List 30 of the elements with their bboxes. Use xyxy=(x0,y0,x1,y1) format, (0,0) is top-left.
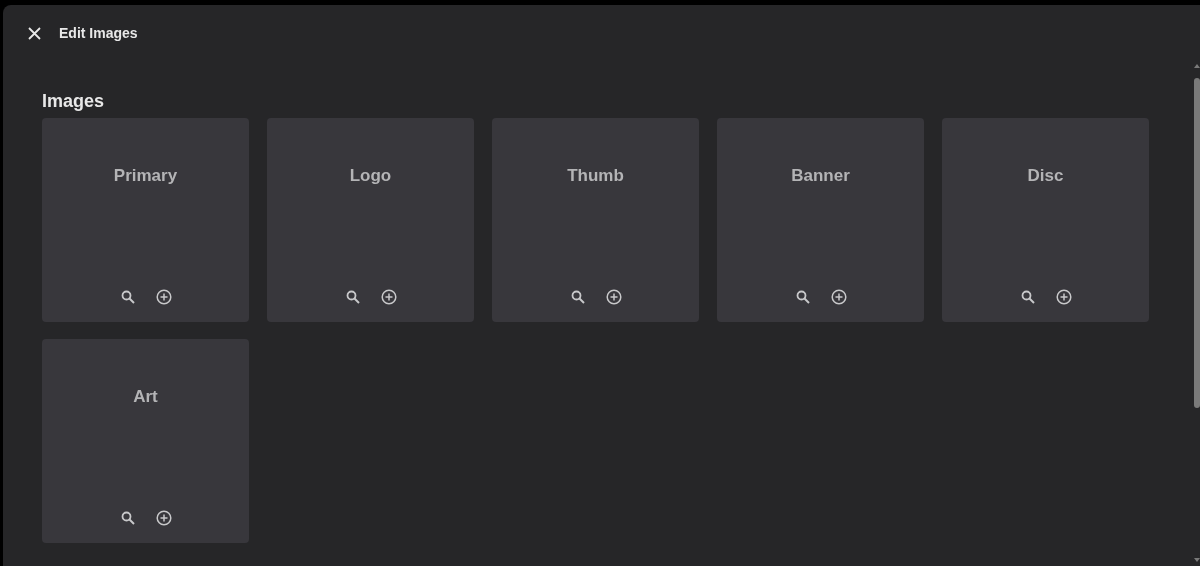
add-icon xyxy=(155,510,172,526)
add-icon xyxy=(380,289,397,305)
image-type-label: Thumb xyxy=(567,165,624,187)
add-icon xyxy=(830,289,847,305)
search-icon xyxy=(1020,290,1035,304)
dialog-title: Edit Images xyxy=(59,23,138,43)
image-type-label: Disc xyxy=(1027,165,1064,187)
image-type-label: Primary xyxy=(113,165,178,187)
image-type-label: Art xyxy=(133,386,158,408)
add-button[interactable] xyxy=(829,288,848,306)
search-icon xyxy=(120,511,135,525)
add-icon xyxy=(155,289,172,305)
search-icon xyxy=(795,290,810,304)
add-button[interactable] xyxy=(154,509,173,527)
scroll-down-icon[interactable] xyxy=(1194,557,1200,563)
add-button[interactable] xyxy=(154,288,173,306)
search-icon xyxy=(345,290,360,304)
scrollbar-thumb[interactable] xyxy=(1194,78,1200,408)
search-icon xyxy=(120,290,135,304)
image-type-label: Banner xyxy=(791,165,850,187)
scroll-up-icon[interactable] xyxy=(1194,63,1200,69)
section-heading: Images xyxy=(42,90,106,112)
add-button[interactable] xyxy=(379,288,398,306)
add-button[interactable] xyxy=(1054,288,1073,306)
search-icon xyxy=(570,290,585,304)
close-button[interactable] xyxy=(27,26,41,40)
add-button[interactable] xyxy=(604,288,623,306)
add-icon xyxy=(605,289,622,305)
image-type-label: Logo xyxy=(349,165,392,187)
add-icon xyxy=(1055,289,1072,305)
